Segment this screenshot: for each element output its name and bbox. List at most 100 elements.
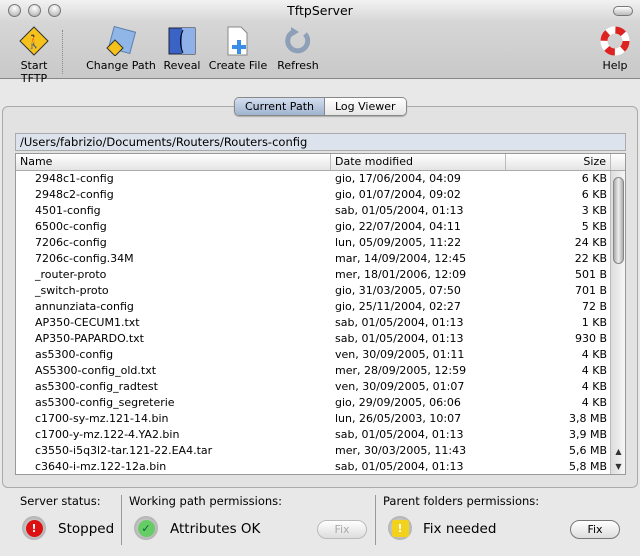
file-name-cell: 4501-config — [35, 204, 101, 217]
zoom-button[interactable] — [48, 4, 61, 17]
file-size-cell: 3,9 MB — [568, 428, 607, 441]
help-button[interactable]: Help — [598, 26, 632, 72]
scroll-up-arrow[interactable]: ▲ — [611, 444, 625, 459]
file-date-cell: lun, 05/09/2005, 11:22 — [335, 236, 462, 249]
file-name-cell: AS5300-config_old.txt — [35, 364, 157, 377]
file-size-cell: 3 KB — [581, 204, 607, 217]
file-date-cell: gio, 22/07/2004, 04:11 — [335, 220, 461, 233]
divider — [375, 495, 376, 545]
refresh-icon — [281, 26, 315, 56]
toolbar-separator — [62, 30, 63, 74]
table-row[interactable]: c1700-y-mz.122-4.YA2.bin sab, 01/05/2004,… — [16, 427, 625, 443]
file-name-cell: c3640-i-mz.122-12a.bin — [35, 460, 167, 473]
file-date-cell: mer, 18/01/2006, 12:09 — [335, 268, 467, 281]
parent-folders-label: Parent folders permissions: — [383, 494, 540, 508]
table-row[interactable]: 7206c-config lun, 05/09/2005, 11:22 24 KB — [16, 235, 625, 251]
file-size-cell: 4 KB — [581, 348, 607, 361]
file-size-cell: 72 B — [581, 300, 607, 313]
title-bar: TftpServer — [0, 0, 640, 22]
table-row[interactable]: c3640-i-mz.122-12a.bin sab, 01/05/2004, 0… — [16, 459, 625, 474]
file-size-cell: 1 KB — [581, 316, 607, 329]
table-row[interactable]: 2948c1-config gio, 17/06/2004, 04:09 6 KB — [16, 171, 625, 187]
column-header-size[interactable]: Size — [506, 154, 611, 170]
server-status-label: Server status: — [20, 494, 101, 508]
reveal-button[interactable]: Reveal — [163, 26, 201, 72]
file-name-cell: as5300-config_radtest — [35, 380, 158, 393]
file-name-cell: as5300-config_segreterie — [35, 396, 175, 409]
file-size-cell: 24 KB — [574, 236, 607, 249]
scroll-down-arrow[interactable]: ▼ — [611, 459, 625, 474]
toolbar-toggle-button[interactable] — [613, 6, 633, 16]
working-path-value: Attributes OK — [170, 521, 261, 537]
file-name-cell: annunziata-config — [35, 300, 134, 313]
working-path-label: Working path permissions: — [129, 494, 283, 508]
file-date-cell: mer, 28/09/2005, 12:59 — [335, 364, 467, 377]
table-row[interactable]: c1700-sy-mz.121-14.bin lun, 26/05/2003, 1… — [16, 411, 625, 427]
table-row[interactable]: 7206c-config.34M mar, 14/09/2004, 12:45 22… — [16, 251, 625, 267]
file-name-cell: c3550-i5q3l2-tar.121-22.EA4.tar — [35, 444, 213, 457]
file-name-cell: 7206c-config — [35, 236, 107, 249]
file-name-cell: c1700-sy-mz.121-14.bin — [35, 412, 169, 425]
column-header-date[interactable]: Date modified — [331, 154, 506, 170]
tab-bar: Current Path Log Viewer — [234, 97, 407, 116]
folder-icon — [104, 26, 138, 56]
minimize-button[interactable] — [28, 4, 41, 17]
finder-icon — [165, 26, 199, 56]
warning-icon: ! — [388, 516, 412, 540]
stop-icon: ! — [22, 516, 46, 540]
table-row[interactable]: _switch-proto gio, 31/03/2005, 07:50 701 B — [16, 283, 625, 299]
file-size-cell: 6 KB — [581, 188, 607, 201]
table-row[interactable]: as5300-config ven, 30/09/2005, 01:11 4 KB — [16, 347, 625, 363]
file-date-cell: sab, 01/05/2004, 01:13 — [335, 204, 464, 217]
table-row[interactable]: AP350-CECUM1.txt sab, 01/05/2004, 01:13 1 … — [16, 315, 625, 331]
table-row[interactable]: 6500c-config gio, 22/07/2004, 04:11 5 KB — [16, 219, 625, 235]
table-row[interactable]: _router-proto mer, 18/01/2006, 12:09 501 B — [16, 267, 625, 283]
file-size-cell: 5 KB — [581, 220, 607, 233]
file-date-cell: ven, 30/09/2005, 01:07 — [335, 380, 465, 393]
file-date-cell: gio, 29/09/2005, 06:06 — [335, 396, 461, 409]
working-fix-button[interactable]: Fix — [317, 520, 367, 539]
table-header: Name Date modified Size — [16, 154, 625, 171]
tab-current-path[interactable]: Current Path — [235, 98, 325, 115]
file-date-cell: mar, 14/09/2004, 12:45 — [335, 252, 467, 265]
file-date-cell: ven, 30/09/2005, 01:11 — [335, 348, 465, 361]
window-title: TftpServer — [287, 3, 353, 18]
toolbar: 🚶 Start TFTP Change Path Reveal Create F… — [0, 22, 640, 85]
create-file-button[interactable]: Create File — [208, 26, 268, 72]
column-header-name[interactable]: Name — [16, 154, 331, 170]
refresh-button[interactable]: Refresh — [275, 26, 321, 72]
file-name-cell: _switch-proto — [35, 284, 109, 297]
file-date-cell: lun, 26/05/2003, 10:07 — [335, 412, 462, 425]
file-size-cell: 4 KB — [581, 380, 607, 393]
svg-text:🚶: 🚶 — [26, 34, 42, 50]
file-size-cell: 501 B — [574, 268, 607, 281]
scrollbar-thumb[interactable] — [613, 177, 624, 264]
table-row[interactable]: 2948c2-config gio, 01/07/2004, 09:02 6 KB — [16, 187, 625, 203]
table-row[interactable]: c3550-i5q3l2-tar.121-22.EA4.tar mer, 30/0… — [16, 443, 625, 459]
table-row[interactable]: 4501-config sab, 01/05/2004, 01:13 3 KB — [16, 203, 625, 219]
file-date-cell: sab, 01/05/2004, 01:13 — [335, 428, 464, 441]
table-row[interactable]: as5300-config_radtest ven, 30/09/2005, 01… — [16, 379, 625, 395]
table-row[interactable]: AP350-PAPARDO.txt sab, 01/05/2004, 01:13 9… — [16, 331, 625, 347]
file-size-cell: 5,8 MB — [568, 460, 607, 473]
file-size-cell: 930 B — [574, 332, 607, 345]
warning-sign-icon: 🚶 — [17, 26, 51, 56]
change-path-button[interactable]: Change Path — [86, 26, 156, 72]
parent-fix-button[interactable]: Fix — [570, 520, 620, 539]
table-row[interactable]: as5300-config_segreterie gio, 29/09/2005,… — [16, 395, 625, 411]
close-button[interactable] — [8, 4, 21, 17]
vertical-scrollbar[interactable]: ▲ ▼ — [610, 171, 625, 474]
divider — [121, 495, 122, 545]
server-status-value: Stopped — [58, 521, 115, 537]
parent-folders-value: Fix needed — [423, 521, 497, 537]
file-name-cell: 7206c-config.34M — [35, 252, 134, 265]
file-size-cell: 6 KB — [581, 172, 607, 185]
tab-log-viewer[interactable]: Log Viewer — [324, 98, 406, 115]
file-table: Name Date modified Size 2948c1-config gio… — [15, 153, 626, 475]
table-row[interactable]: annunziata-config gio, 25/11/2004, 02:27 7… — [16, 299, 625, 315]
file-name-cell: as5300-config — [35, 348, 114, 361]
file-date-cell: gio, 01/07/2004, 09:02 — [335, 188, 461, 201]
new-file-icon — [221, 26, 255, 56]
start-tftp-button[interactable]: 🚶 Start TFTP — [6, 26, 62, 85]
table-row[interactable]: AS5300-config_old.txt mer, 28/09/2005, 12… — [16, 363, 625, 379]
